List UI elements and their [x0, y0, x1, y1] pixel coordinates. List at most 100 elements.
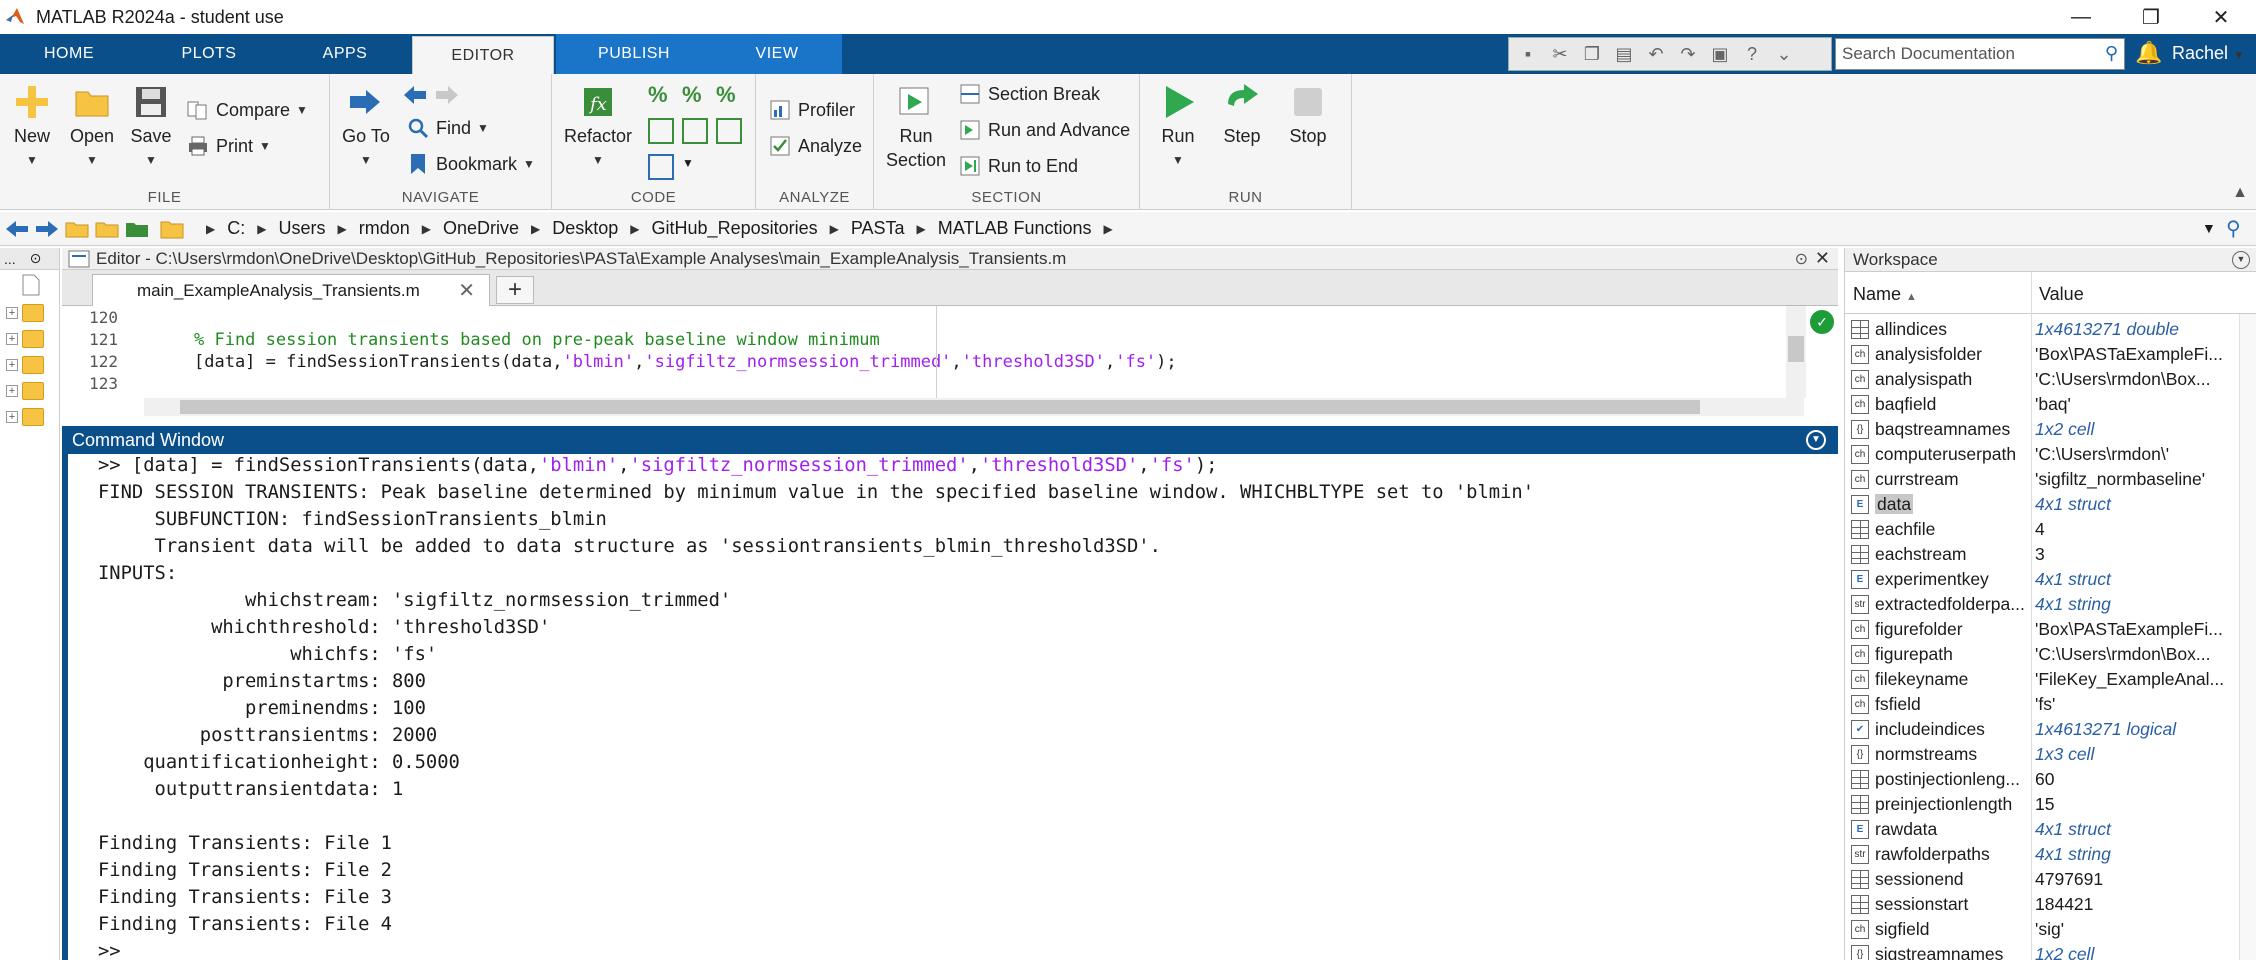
collapse-toolstrip-icon[interactable]: ▲: [2232, 184, 2248, 202]
column-divider[interactable]: [2031, 272, 2032, 314]
breadcrumb-item[interactable]: MATLAB Functions: [934, 218, 1096, 239]
workspace-variable-row[interactable]: ch figurefolder 'Box\PASTaExampleFi...: [1845, 617, 2256, 642]
file-row[interactable]: [0, 270, 59, 300]
workspace-variable-row[interactable]: {} normstreams 1x3 cell: [1845, 742, 2256, 767]
run-to-end-button[interactable]: Run to End: [958, 154, 1078, 178]
breadcrumb-item[interactable]: rmdon: [355, 218, 414, 239]
folder-row[interactable]: +: [0, 352, 59, 378]
workspace-variable-row[interactable]: sessionstart 184421: [1845, 892, 2256, 917]
profiler-button[interactable]: Profiler: [768, 98, 855, 122]
expand-icon[interactable]: +: [6, 385, 18, 397]
breadcrumb-item[interactable]: GitHub_Repositories: [648, 218, 822, 239]
back-arrow-icon[interactable]: [402, 82, 428, 108]
breadcrumb-item[interactable]: Users: [274, 218, 329, 239]
workspace-variable-row[interactable]: ch analysispath 'C:\Users\rmdon\Box...: [1845, 367, 2256, 392]
workspace-scrollbar[interactable]: [2239, 314, 2256, 960]
tab-editor[interactable]: EDITOR: [412, 36, 554, 74]
forward-arrow-icon[interactable]: [434, 82, 460, 108]
workspace-variable-row[interactable]: eachstream 3: [1845, 542, 2256, 567]
editor-horizontal-scroll-thumb[interactable]: [180, 400, 1700, 414]
workspace-variable-row[interactable]: ✔ includeindices 1x4613271 logical: [1845, 717, 2256, 742]
tab-publish[interactable]: PUBLISH: [556, 34, 712, 74]
decrease-indent-icon[interactable]: [682, 118, 708, 144]
workspace-variable-row[interactable]: Eexperimentkey 4x1 struct: [1845, 567, 2256, 592]
restore-button[interactable]: ❐: [2116, 0, 2186, 34]
run-button[interactable]: Run ▼: [1154, 82, 1202, 172]
workspace-variable-row[interactable]: allindices 1x4613271 double: [1845, 317, 2256, 342]
name-column-header[interactable]: Name ▲: [1853, 284, 1917, 305]
workspace-variable-row[interactable]: ch figurepath 'C:\Users\rmdon\Box...: [1845, 642, 2256, 667]
workspace-menu-icon[interactable]: ▼: [2232, 251, 2250, 269]
code-line[interactable]: [data] = findSessionTransients(data,'blm…: [194, 352, 1177, 372]
folder-row[interactable]: +: [0, 300, 59, 326]
run-section-button[interactable]: Run Section: [884, 82, 948, 172]
breadcrumb-item[interactable]: Desktop: [548, 218, 622, 239]
user-menu[interactable]: Rachel ▼: [2172, 43, 2245, 64]
folder-row[interactable]: +: [0, 326, 59, 352]
workspace-variable-row[interactable]: ch computeruserpath 'C:\Users\rmdon\': [1845, 442, 2256, 467]
bookmark-button[interactable]: Bookmark ▼: [406, 152, 535, 176]
tab-view[interactable]: VIEW: [712, 34, 842, 74]
switch-windows-icon[interactable]: ▣: [1707, 42, 1733, 66]
editor-vertical-scroll-thumb[interactable]: [1788, 336, 1804, 362]
tab-apps[interactable]: APPS: [280, 34, 410, 74]
folder-row[interactable]: +: [0, 378, 59, 404]
new-tab-button[interactable]: +: [496, 276, 534, 304]
breadcrumb-item[interactable]: OneDrive: [439, 218, 523, 239]
new-button[interactable]: New ▼: [8, 82, 56, 172]
section-break-button[interactable]: Section Break: [958, 82, 1100, 106]
close-button[interactable]: ✕: [2186, 0, 2256, 34]
search-icon[interactable]: ⚲: [2105, 43, 2118, 64]
workspace-variable-row[interactable]: {} baqstreamnames 1x2 cell: [1845, 417, 2256, 442]
value-column-header[interactable]: Value: [2039, 284, 2084, 305]
folder-search-icon[interactable]: ⚲: [2226, 216, 2241, 241]
search-documentation-input[interactable]: Search Documentation ⚲: [1835, 38, 2125, 70]
workspace-variable-row[interactable]: Edata 4x1 struct: [1845, 492, 2256, 517]
find-button[interactable]: Find ▼: [406, 116, 489, 140]
redo-icon[interactable]: ↷: [1675, 42, 1701, 66]
workspace-variable-row[interactable]: ch baqfield 'baq': [1845, 392, 2256, 417]
up-folder-icon[interactable]: [64, 217, 90, 241]
code-line[interactable]: % Find session transients based on pre-p…: [194, 330, 880, 350]
forward-icon[interactable]: [34, 217, 60, 241]
workspace-variable-row[interactable]: ch fsfield 'fs': [1845, 692, 2256, 717]
close-editor-icon[interactable]: ✕: [1815, 248, 1830, 269]
tab-home[interactable]: HOME: [0, 34, 138, 74]
stop-button[interactable]: Stop: [1284, 82, 1332, 148]
workspace-variable-row[interactable]: str rawfolderpaths 4x1 string: [1845, 842, 2256, 867]
workspace-variable-row[interactable]: ch sigfield 'sig': [1845, 917, 2256, 942]
print-button[interactable]: Print ▼: [186, 134, 271, 158]
compare-button[interactable]: Compare ▼: [186, 98, 308, 122]
comment-icon[interactable]: %: [648, 82, 674, 108]
tab-plots[interactable]: PLOTS: [138, 34, 280, 74]
panel-menu-icon[interactable]: ⊙: [30, 250, 42, 267]
editor-menu-icon[interactable]: ⊙: [1795, 249, 1808, 269]
minimize-button[interactable]: —: [2046, 0, 2116, 34]
workspace-variable-row[interactable]: ch analysisfolder 'Box\PASTaExampleFi...: [1845, 342, 2256, 367]
help-icon[interactable]: ?: [1739, 42, 1765, 66]
increase-indent-icon[interactable]: [716, 118, 742, 144]
close-tab-icon[interactable]: ✕: [458, 278, 475, 303]
expand-icon[interactable]: +: [6, 411, 18, 423]
workspace-variable-row[interactable]: Erawdata 4x1 struct: [1845, 817, 2256, 842]
command-window-menu-icon[interactable]: ▼: [1806, 430, 1826, 450]
open-button[interactable]: Open ▼: [66, 82, 118, 172]
folder-row[interactable]: +: [0, 404, 59, 430]
go-to-button[interactable]: Go To ▼: [338, 82, 394, 172]
refactor-button[interactable]: fx Refactor ▼: [564, 82, 632, 172]
paste-icon[interactable]: ▤: [1611, 42, 1637, 66]
uncomment-icon[interactable]: %: [682, 82, 708, 108]
copy-icon[interactable]: ❐: [1579, 42, 1605, 66]
wrap-comments-icon[interactable]: %: [716, 82, 742, 108]
editor-file-tab[interactable]: main_ExampleAnalysis_Transients.m ✕: [92, 274, 490, 306]
workspace-variable-row[interactable]: {} sigstreamnames 1x2 cell: [1845, 942, 2256, 960]
code-analyzer-ok-icon[interactable]: ✓: [1810, 310, 1834, 334]
breadcrumb-item[interactable]: PASTa: [847, 218, 909, 239]
workspace-variable-row[interactable]: ch filekeyname 'FileKey_ExampleAnal...: [1845, 667, 2256, 692]
save-icon[interactable]: ▪: [1515, 42, 1541, 66]
notification-bell-icon[interactable]: 🔔: [2135, 40, 2162, 66]
analyze-button[interactable]: Analyze: [768, 134, 862, 158]
code-editor[interactable]: 120 121 % Find session transients based on…: [62, 306, 1838, 416]
step-button[interactable]: Step: [1218, 82, 1266, 148]
undo-icon[interactable]: ↶: [1643, 42, 1669, 66]
